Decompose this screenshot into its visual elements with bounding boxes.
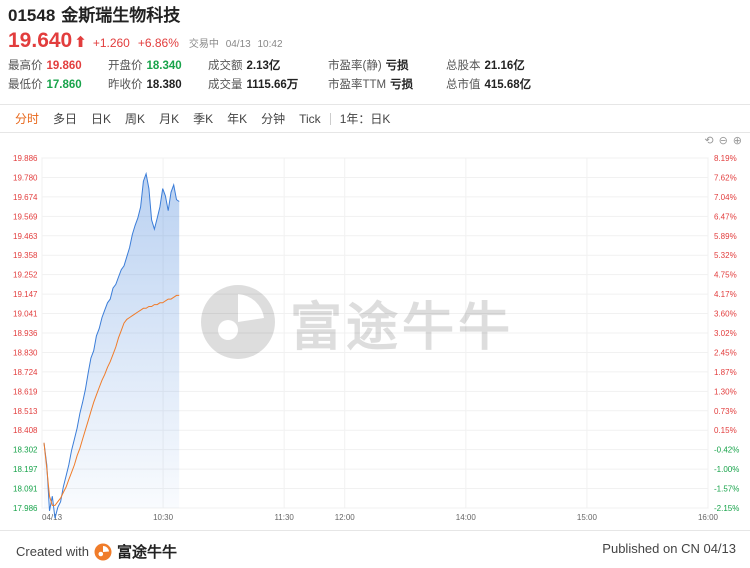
tab-yearly-k[interactable]: 年K	[220, 106, 254, 132]
stat-pe-static: 市盈率(静) 亏损	[328, 60, 409, 72]
last-price: 19.640	[8, 29, 73, 52]
pct-tick-label: 4.75%	[714, 271, 737, 280]
status-date: 04/13	[225, 39, 251, 50]
y-tick-label: 19.886	[13, 154, 38, 163]
tab-monthly-k[interactable]: 月K	[152, 106, 186, 132]
y-tick-label: 18.724	[13, 368, 38, 377]
stat-low: 最低价 17.860	[8, 79, 82, 91]
pct-tick-label: 8.19%	[714, 154, 737, 163]
price-row: 19.640 ⬆ +1.260 +6.86% 交易中 04/13 10:42	[8, 28, 748, 54]
x-tick-label: 15:00	[577, 513, 598, 522]
x-tick-label: 11:30	[274, 513, 294, 522]
pct-tick-label: 4.17%	[714, 290, 737, 299]
pct-tick-label: -0.42%	[714, 446, 739, 455]
y-tick-label: 19.041	[13, 310, 38, 319]
pct-tick-label: 6.47%	[714, 212, 737, 221]
y-tick-label: 18.197	[13, 465, 38, 474]
stats-grid: 最高价 19.860 开盘价 18.340 成交额 2.13亿 市盈率(静) 亏损 总股…	[8, 57, 748, 92]
price-area	[44, 173, 180, 519]
y-tick-label: 19.358	[13, 251, 38, 260]
pct-tick-label: -2.15%	[714, 504, 739, 513]
stat-mcap: 总市值 415.68亿	[446, 79, 532, 91]
y-tick-label: 19.147	[13, 290, 38, 299]
y-tick-label: 19.674	[13, 193, 38, 202]
tab-separator	[329, 113, 331, 125]
stat-volume: 成交量 1115.66万	[208, 79, 299, 91]
published-text: Published on CN 04/13	[602, 541, 736, 556]
stat-shares: 总股本 21.16亿	[446, 60, 525, 72]
stat-prev-close: 昨收价 18.380	[108, 79, 182, 91]
stock-title: 01548 金斯瑞生物科技	[8, 4, 748, 28]
pct-tick-label: 3.60%	[714, 310, 737, 319]
y-tick-label: 18.513	[13, 407, 38, 416]
x-tick-label: 10:30	[153, 513, 174, 522]
tab-multi-day[interactable]: 多日	[46, 106, 84, 132]
up-arrow-icon: ⬆	[74, 34, 87, 51]
price-change: +1.260	[92, 36, 130, 50]
chart-tools: ⟲ ⊖ ⊕	[704, 134, 742, 147]
pct-tick-label: 7.04%	[714, 193, 737, 202]
y-tick-label: 19.252	[13, 271, 38, 280]
y-tick-label: 18.830	[13, 348, 38, 357]
pct-tick-label: 5.32%	[714, 251, 737, 260]
stat-pe-ttm: 市盈率TTM 亏损	[328, 79, 414, 91]
futu-logo-icon	[201, 285, 275, 359]
tab-quarterly-k[interactable]: 季K	[186, 106, 220, 132]
y-tick-label: 17.986	[13, 504, 38, 513]
tab-period-select[interactable]: 1年：日K	[333, 106, 398, 132]
status-time: 10:42	[257, 39, 283, 50]
tab-weekly-k[interactable]: 周K	[118, 106, 152, 132]
tabs-divider	[0, 132, 750, 133]
tab-tick[interactable]: Tick	[292, 106, 328, 132]
status-text: 交易中	[188, 39, 219, 50]
tab-intraday[interactable]: 分时	[8, 106, 46, 132]
zoom-in-icon[interactable]: ⊕	[733, 134, 742, 147]
watermark-text: 富途牛牛	[290, 298, 515, 357]
chart-tabs: 分时 多日 日K 周K 月K 季K 年K 分钟 Tick 1年：日K	[8, 106, 397, 132]
pct-tick-label: 2.45%	[714, 348, 737, 357]
tab-daily-k[interactable]: 日K	[84, 106, 118, 132]
y-tick-label: 19.569	[13, 212, 38, 221]
stock-code: 01548	[8, 6, 56, 25]
footer: Created with 富途牛牛 Published on CN 04/13	[0, 530, 750, 568]
watermark: 富途牛牛	[198, 282, 514, 362]
pct-tick-label: 5.89%	[714, 232, 737, 241]
stat-turnover: 成交额 2.13亿	[208, 60, 281, 72]
x-tick-label: 12:00	[335, 513, 356, 522]
stock-name: 金斯瑞生物科技	[61, 6, 181, 25]
y-tick-label: 19.463	[13, 232, 38, 241]
footer-brand: 富途牛牛	[116, 544, 177, 561]
pct-tick-label: 0.73%	[714, 407, 737, 416]
pct-tick-label: -1.57%	[714, 485, 739, 494]
x-tick-label: 04/13	[42, 513, 63, 522]
y-tick-label: 18.619	[13, 387, 38, 396]
quote-header: 01548 金斯瑞生物科技 19.640 ⬆ +1.260 +6.86% 交易中…	[8, 4, 748, 92]
footer-created: Created with 富途牛牛	[16, 541, 177, 562]
header-divider	[0, 104, 750, 105]
pct-tick-label: 1.87%	[714, 368, 737, 377]
y-tick-label: 19.780	[13, 173, 38, 182]
stat-high: 最高价 19.860	[8, 60, 82, 72]
y-tick-label: 18.091	[13, 485, 38, 494]
tab-minute[interactable]: 分钟	[254, 106, 292, 132]
x-tick-label: 14:00	[456, 513, 477, 522]
y-tick-label: 18.408	[13, 426, 38, 435]
pct-tick-label: 3.02%	[714, 329, 737, 338]
pct-tick-label: 7.62%	[714, 173, 737, 182]
price-change-pct: +6.86%	[137, 36, 179, 50]
pct-tick-label: 0.15%	[714, 426, 737, 435]
pct-tick-label: 1.30%	[714, 387, 737, 396]
created-with-text: Created with	[16, 544, 89, 559]
undo-icon[interactable]: ⟲	[704, 134, 713, 147]
y-tick-label: 18.302	[13, 446, 38, 455]
x-tick-label: 16:00	[698, 513, 719, 522]
pct-tick-label: -1.00%	[714, 465, 739, 474]
futu-brand-icon	[94, 543, 112, 560]
stat-open: 开盘价 18.340	[108, 60, 182, 72]
trading-status: 交易中 04/13 10:42	[189, 32, 287, 58]
y-tick-label: 18.936	[13, 329, 38, 338]
zoom-out-icon[interactable]: ⊖	[719, 134, 728, 147]
